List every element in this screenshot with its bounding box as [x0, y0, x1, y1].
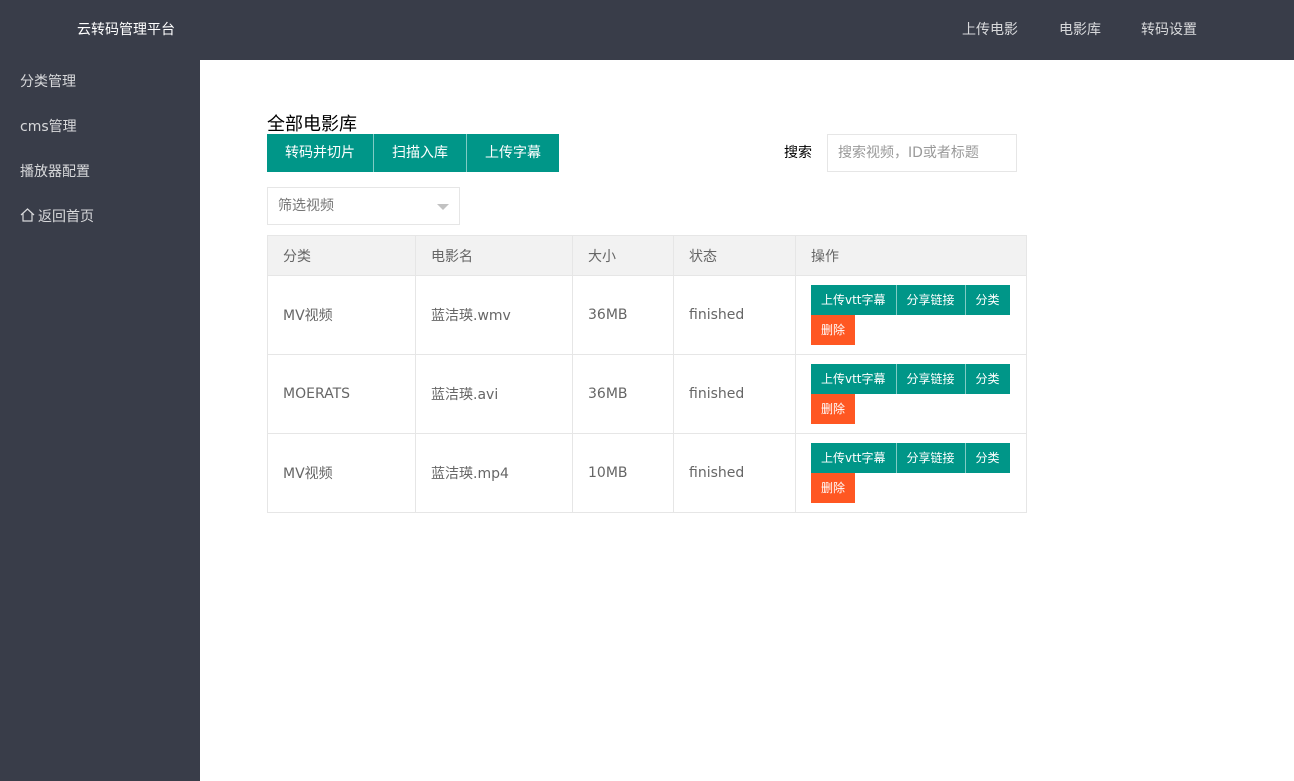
sidebar-item-label: 返回首页 [38, 209, 94, 225]
cell-name: 蓝洁瑛.mp4 [415, 433, 573, 513]
classify-button[interactable]: 分类 [964, 285, 1010, 315]
share-link-button[interactable]: 分享链接 [895, 443, 965, 473]
column-header-category: 分类 [267, 235, 416, 276]
cell-status: finished [673, 354, 796, 434]
cell-name: 蓝洁瑛.avi [415, 354, 573, 434]
cell-actions: 上传vtt字幕 分享链接 分类 删除 [795, 354, 1027, 434]
scan-import-button[interactable]: 扫描入库 [373, 134, 466, 172]
filter-select[interactable]: 筛选视频 [267, 187, 460, 225]
sidebar-item-label: 播放器配置 [20, 164, 90, 180]
cell-category: MOERATS [267, 354, 416, 434]
nav-upload-movie[interactable]: 上传电影 [962, 0, 1018, 60]
cell-size: 10MB [572, 433, 674, 513]
movie-table: 分类 电影名 大小 状态 操作 MV视频 蓝洁瑛.wmv 36MB finish… [267, 235, 1027, 513]
column-header-status: 状态 [673, 235, 796, 276]
column-header-name: 电影名 [415, 235, 573, 276]
sidebar-item-player[interactable]: 播放器配置 [0, 150, 200, 195]
delete-button[interactable]: 删除 [811, 394, 856, 424]
filter-select-placeholder: 筛选视频 [278, 198, 334, 214]
cell-actions: 上传vtt字幕 分享链接 分类 删除 [795, 275, 1027, 355]
classify-button[interactable]: 分类 [964, 443, 1010, 473]
nav-movie-library[interactable]: 电影库 [1059, 0, 1101, 60]
cell-size: 36MB [572, 275, 674, 355]
upload-vtt-button[interactable]: 上传vtt字幕 [811, 443, 896, 473]
upload-vtt-button[interactable]: 上传vtt字幕 [811, 364, 896, 394]
table-row: MV视频 蓝洁瑛.mp4 10MB finished 上传vtt字幕 分享链接 分类… [267, 433, 1027, 513]
table-row: MOERATS 蓝洁瑛.avi 36MB finished 上传vtt字幕 分享链… [267, 354, 1027, 434]
search-label: 搜索 [784, 145, 812, 161]
upload-subtitle-button[interactable]: 上传字幕 [466, 134, 559, 172]
home-icon [20, 208, 35, 222]
classify-button[interactable]: 分类 [964, 364, 1010, 394]
transcode-slice-button[interactable]: 转码并切片 [267, 134, 373, 172]
table-row: MV视频 蓝洁瑛.wmv 36MB finished 上传vtt字幕 分享链接 分类… [267, 275, 1027, 355]
column-header-size: 大小 [572, 235, 674, 276]
cell-size: 36MB [572, 354, 674, 434]
top-header: 云转码管理平台 上传电影 电影库 转码设置 [0, 0, 1294, 60]
sidebar: 分类管理 cms管理 播放器配置 返回首页 [0, 60, 200, 781]
search-input[interactable] [827, 134, 1017, 172]
action-button-group: 转码并切片 扫描入库 上传字幕 [267, 134, 559, 172]
column-header-actions: 操作 [795, 235, 1027, 276]
sidebar-item-cms[interactable]: cms管理 [0, 105, 200, 150]
sidebar-item-label: cms管理 [20, 119, 77, 135]
cell-category: MV视频 [267, 275, 416, 355]
upload-vtt-button[interactable]: 上传vtt字幕 [811, 285, 896, 315]
nav-transcode-settings[interactable]: 转码设置 [1141, 0, 1197, 60]
page-title: 全部电影库 [267, 114, 357, 135]
chevron-down-icon [437, 204, 449, 210]
share-link-button[interactable]: 分享链接 [895, 364, 965, 394]
cell-status: finished [673, 275, 796, 355]
cell-category: MV视频 [267, 433, 416, 513]
share-link-button[interactable]: 分享链接 [895, 285, 965, 315]
sidebar-item-category[interactable]: 分类管理 [0, 60, 200, 105]
app-logo: 云转码管理平台 [77, 22, 175, 38]
delete-button[interactable]: 删除 [811, 315, 856, 345]
cell-status: finished [673, 433, 796, 513]
sidebar-item-label: 分类管理 [20, 74, 76, 90]
cell-name: 蓝洁瑛.wmv [415, 275, 573, 355]
sidebar-item-home[interactable]: 返回首页 [0, 195, 200, 240]
cell-actions: 上传vtt字幕 分享链接 分类 删除 [795, 433, 1027, 513]
delete-button[interactable]: 删除 [811, 473, 856, 503]
table-header-row: 分类 电影名 大小 状态 操作 [267, 235, 1027, 276]
